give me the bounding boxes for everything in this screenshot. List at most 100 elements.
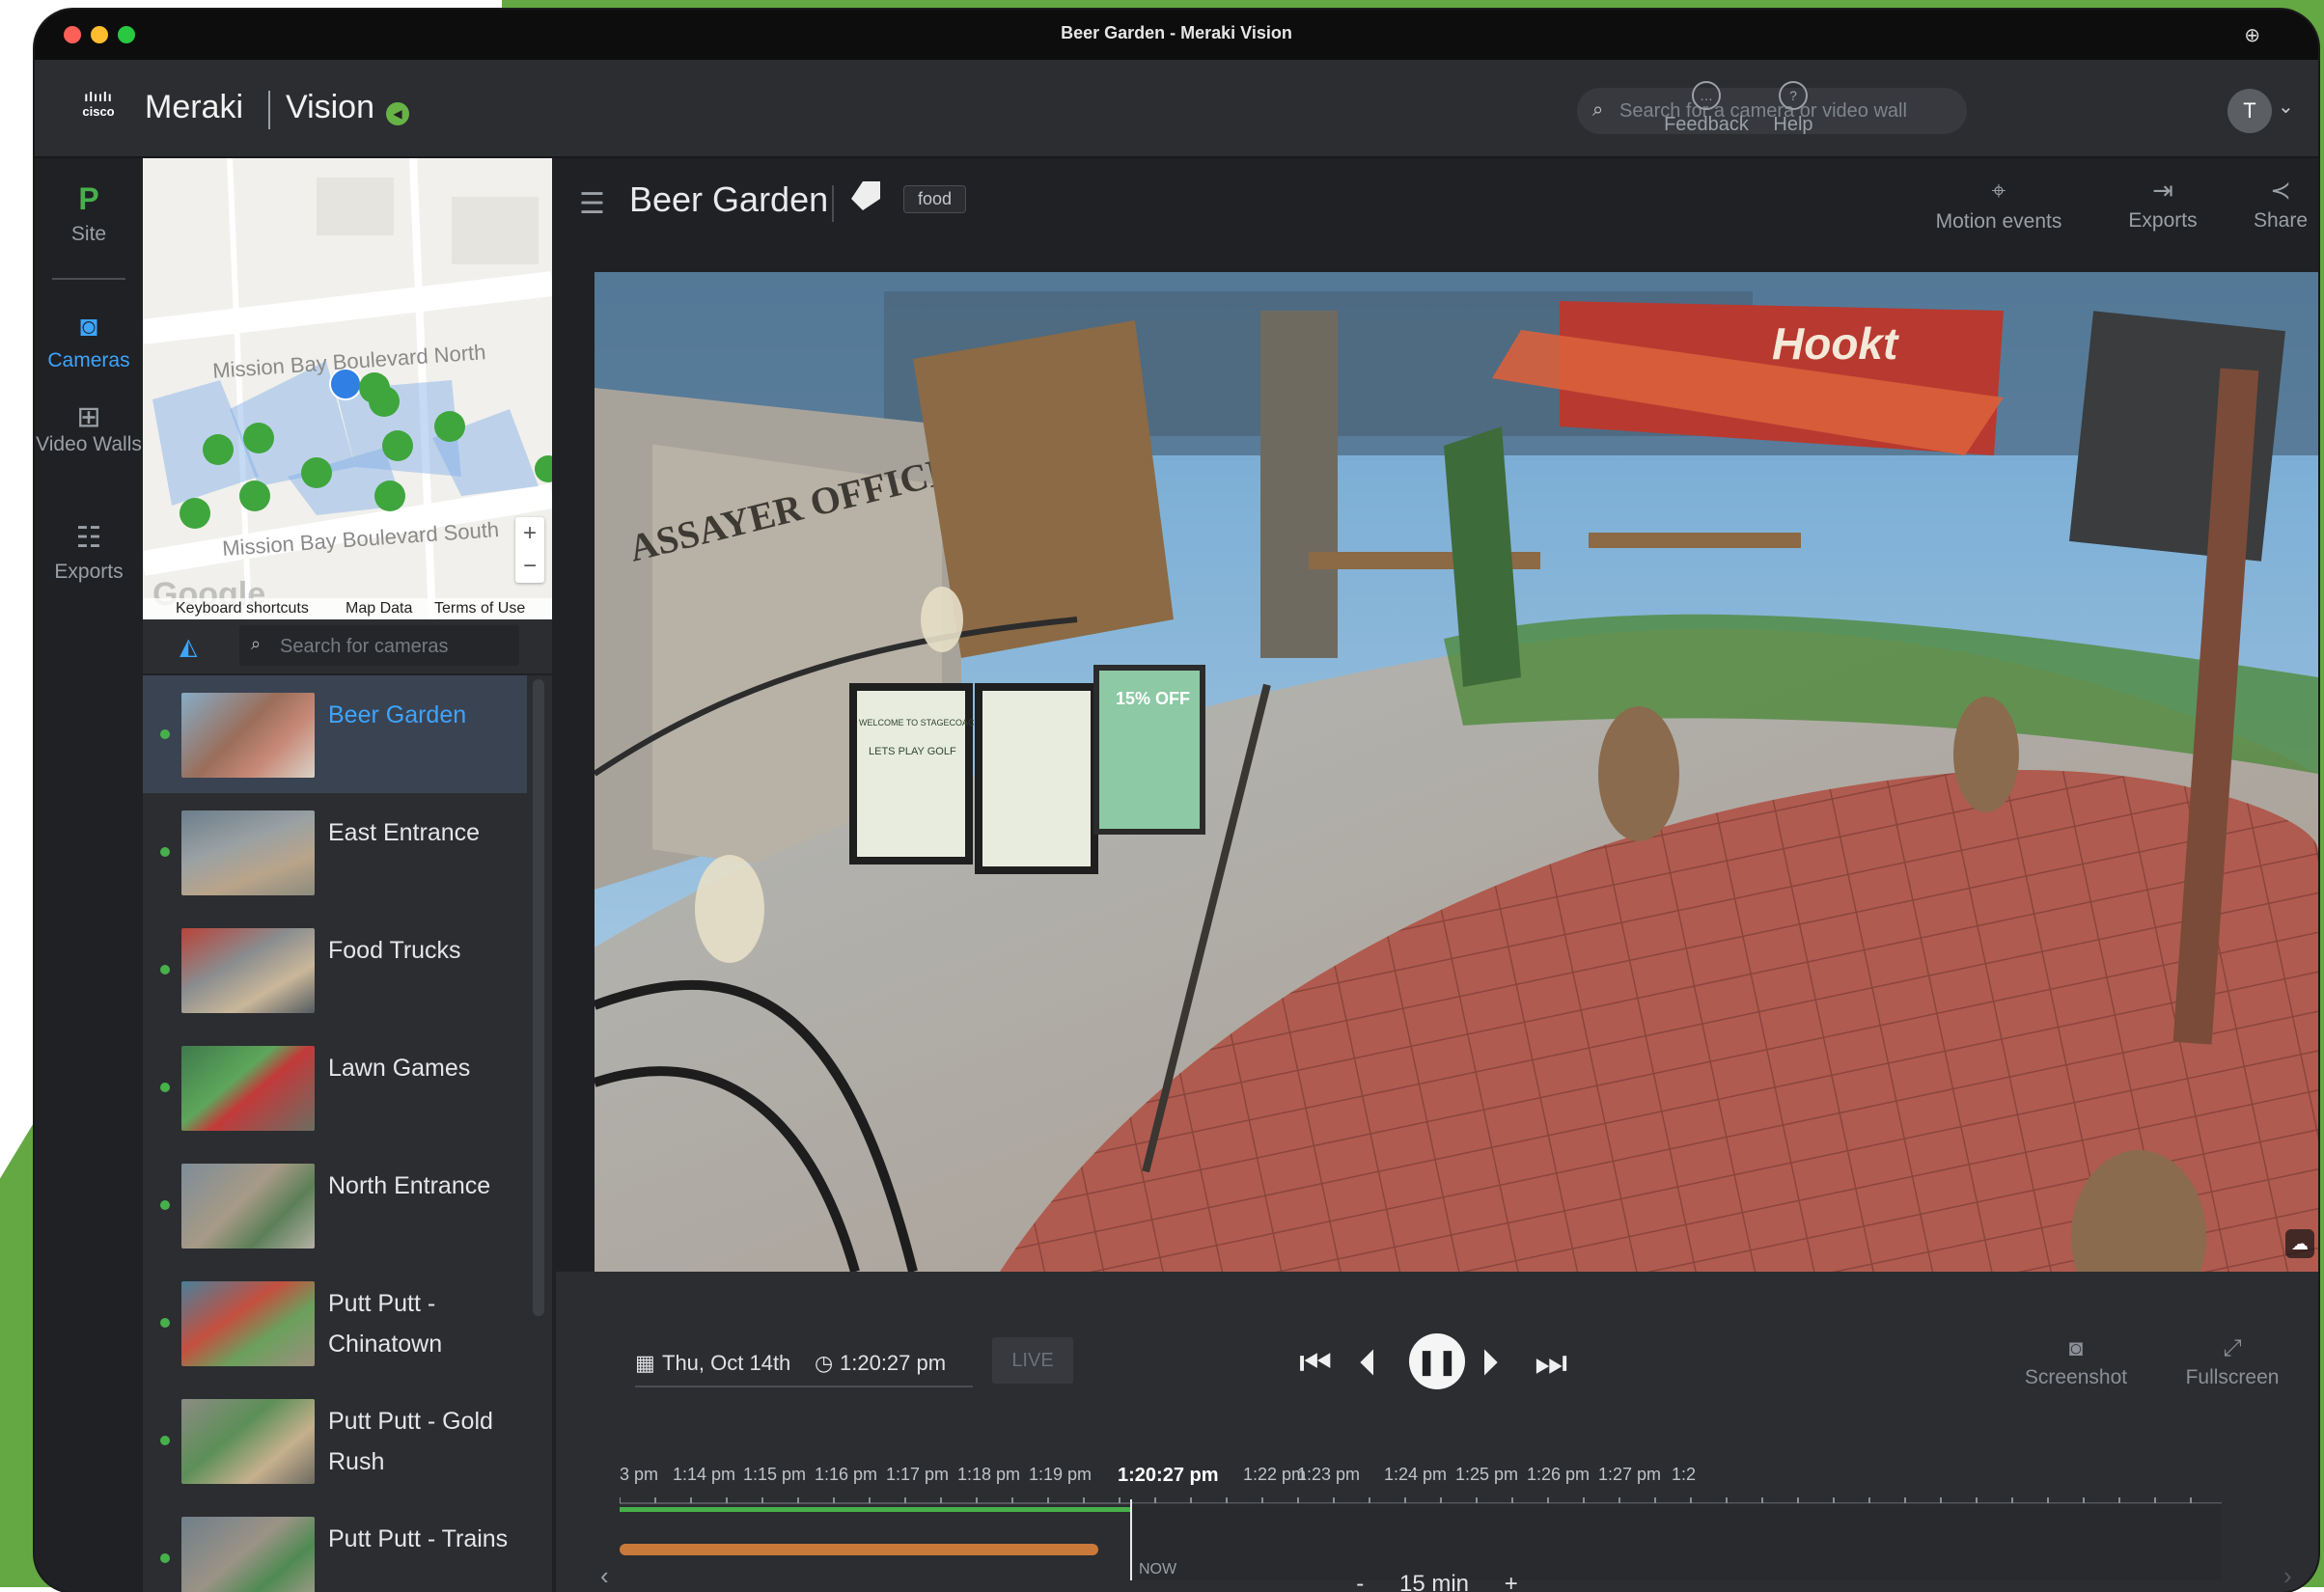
nav-cameras[interactable]: ◙ Cameras: [35, 311, 143, 372]
cisco-bars-icon: ılıılı: [84, 89, 113, 104]
timeline-tick-label: 1:16 pm: [815, 1465, 878, 1484]
motion-events-label: Motion events: [1935, 210, 2062, 233]
motion-events-button[interactable]: ⌖ Motion events: [1926, 176, 2071, 233]
online-status-dot: [160, 1436, 170, 1445]
app-window: Beer Garden - Meraki Vision ⊕ ılıılı cis…: [35, 10, 2318, 1592]
exports-button[interactable]: ⇥ Exports: [2119, 176, 2206, 233]
timeline-tick-label: 1:26 pm: [1527, 1465, 1591, 1484]
help-button[interactable]: ? Help: [1755, 81, 1832, 136]
timeline-tick-label: 1:25 pm: [1455, 1465, 1519, 1484]
fullscreen-icon: ⤢: [2223, 1335, 2242, 1361]
timeline-tick-label: 1:24 pm: [1384, 1465, 1448, 1484]
share-icon: ≺: [2270, 176, 2291, 205]
camera-thumbnail: [181, 1399, 315, 1484]
camera-title: Beer Garden: [629, 179, 829, 219]
map-data-link[interactable]: Map Data: [346, 600, 412, 618]
chevron-down-icon[interactable]: ⌄: [2278, 95, 2294, 119]
camera-search-input[interactable]: [278, 631, 513, 662]
camera-name: North Entrance: [328, 1172, 491, 1199]
vision-camera-icon: ◀: [386, 102, 409, 125]
crosshair-icon: ⌖: [1991, 176, 2006, 205]
step-back-icon[interactable]: ⏴: [1359, 1343, 1377, 1385]
screenshot-button[interactable]: ◙ Screenshot: [2013, 1335, 2139, 1389]
timeline-tick-label: 1:27 pm: [1598, 1465, 1662, 1484]
timeline-tick-label: 1:18 pm: [957, 1465, 1021, 1484]
calendar-icon: ▦: [635, 1351, 655, 1375]
camera-list-item[interactable]: Lawn Games: [143, 1029, 527, 1146]
zoom-icon[interactable]: ⊕: [2244, 23, 2260, 47]
site-badge-icon: P: [78, 181, 99, 216]
map-zoom-out-button[interactable]: −: [515, 550, 544, 583]
tag-icon[interactable]: [851, 181, 880, 210]
camera-name: Beer Garden: [328, 701, 467, 728]
online-status-dot: [160, 1083, 170, 1092]
zoom-in-button[interactable]: +: [1505, 1571, 1518, 1592]
nav-site-label: Site: [70, 223, 107, 245]
date-time-picker[interactable]: ▦ Thu, Oct 14th ◷ 1:20:27 pm: [635, 1339, 973, 1387]
nav-video-walls[interactable]: ⊞ Video Walls: [35, 403, 143, 455]
skip-forward-icon[interactable]: ⏭: [1535, 1343, 1567, 1385]
online-status-dot: [160, 965, 170, 974]
camera-list-item[interactable]: Putt Putt - Trains: [143, 1499, 527, 1592]
header-divider: [832, 185, 834, 222]
skip-back-icon[interactable]: ⏮: [1299, 1343, 1332, 1385]
screenshot-label: Screenshot: [2024, 1366, 2128, 1388]
timeline-tick-label: 1:19 pm: [1029, 1465, 1093, 1484]
online-status-dot: [160, 847, 170, 857]
meraki-logo: Meraki: [145, 89, 244, 125]
camera-list-item[interactable]: East Entrance: [143, 793, 527, 911]
timeline-tick-label: 1:23 pm: [1297, 1465, 1361, 1484]
playback-date: Thu, Oct 14th: [662, 1351, 791, 1375]
camera-list: Beer Garden East Entrance Food Trucks La…: [143, 675, 527, 1592]
nav-cameras-label: Cameras: [47, 349, 130, 371]
exports-label: Exports: [2128, 209, 2198, 232]
fullscreen-button[interactable]: ⤢ Fullscreen: [2170, 1335, 2295, 1389]
list-toggle-icon[interactable]: ☰: [579, 187, 605, 221]
share-button[interactable]: ≺ Share: [2247, 176, 2314, 233]
sign-discount: 15% OFF: [1116, 689, 1190, 708]
feedback-button[interactable]: … Feedback: [1648, 81, 1764, 136]
camera-name: East Entrance: [328, 819, 481, 846]
share-label: Share: [2253, 209, 2309, 232]
video-frame: ASSAYER OFFICE Hookt WELCOME TO STAGECOA: [595, 272, 2318, 1272]
timeline-tick-label: 1:17 pm: [886, 1465, 950, 1484]
camera-name: Putt Putt - Gold Rush: [328, 1408, 493, 1475]
vision-logo: Vision: [286, 89, 374, 125]
live-button[interactable]: LIVE: [992, 1337, 1073, 1384]
clock-icon: ◷: [815, 1351, 834, 1375]
camera-list-item[interactable]: Putt Putt - Chinatown: [143, 1264, 527, 1382]
map-zoom-in-button[interactable]: +: [515, 517, 544, 550]
map-zoom-control: + −: [515, 517, 544, 583]
camera-list-scrollbar[interactable]: [533, 679, 544, 1316]
step-forward-icon[interactable]: ⏵: [1480, 1343, 1499, 1385]
site-map[interactable]: Mission Bay Boulevard North Mission Bay …: [143, 158, 552, 619]
timeline-tick-label: 1:2: [1672, 1465, 1697, 1484]
nav-exports[interactable]: ☷ Exports: [35, 521, 143, 584]
camera-view: ☰ Beer Garden food ⌖ Motion events ⇥ Exp…: [556, 158, 2318, 1592]
nav-exports-label: Exports: [54, 561, 124, 583]
camera-thumbnail: [181, 1281, 315, 1366]
terms-of-use-link[interactable]: Terms of Use: [434, 600, 525, 618]
motion-activity-bar: [620, 1544, 1098, 1555]
timeline[interactable]: 3 pm 1:14 pm 1:15 pm 1:16 pm 1:17 pm 1:18 pm 1…: [620, 1465, 2260, 1580]
cloud-icon: ☁: [2285, 1229, 2314, 1258]
zoom-out-button[interactable]: -: [1356, 1571, 1364, 1592]
keyboard-shortcuts-link[interactable]: Keyboard shortcuts: [176, 600, 309, 618]
nav-site[interactable]: P Site: [35, 181, 143, 246]
camera-search-box[interactable]: ⌕: [239, 625, 519, 666]
timeline-zoom: - 15 min +: [556, 1571, 2318, 1592]
user-avatar[interactable]: T: [2227, 89, 2272, 133]
camera-list-item[interactable]: Beer Garden: [143, 675, 527, 793]
map-attribution: Keyboard shortcuts Map Data Terms of Use: [143, 598, 552, 619]
camera-list-item[interactable]: Food Trucks: [143, 911, 527, 1029]
camera-name: Food Trucks: [328, 937, 461, 964]
playback-controls: ▦ Thu, Oct 14th ◷ 1:20:27 pm LIVE ⏮ ⏴ ❚❚…: [556, 1272, 2318, 1592]
map-toggle-icon[interactable]: ◭: [180, 633, 197, 661]
camera-thumbnail: [181, 693, 315, 778]
camera-list-item[interactable]: Putt Putt - Gold Rush: [143, 1382, 527, 1499]
video-feed[interactable]: ASSAYER OFFICE Hookt WELCOME TO STAGECOA: [595, 272, 2318, 1272]
camera-list-item[interactable]: North Entrance: [143, 1146, 527, 1264]
online-status-dot: [160, 1200, 170, 1210]
pause-button[interactable]: ❚❚: [1409, 1333, 1465, 1389]
camera-tag[interactable]: food: [903, 185, 967, 213]
